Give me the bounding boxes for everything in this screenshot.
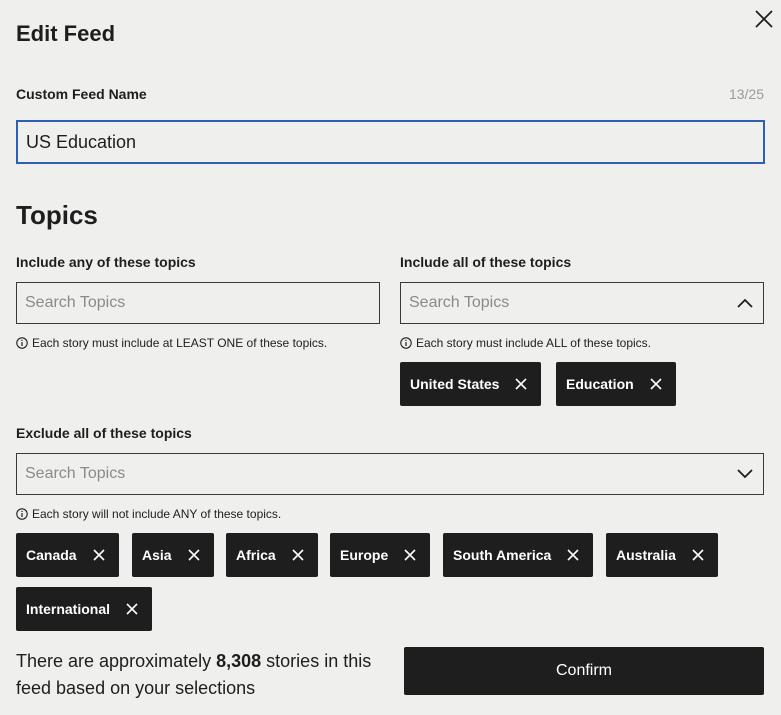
include-all-hint-text: Each story must include ALL of these top… xyxy=(416,336,652,350)
chip-label: Asia xyxy=(142,547,172,563)
chip-international: International xyxy=(16,587,153,631)
exclude-search[interactable] xyxy=(16,453,764,495)
exclude-hint: Each story will not include ANY of these… xyxy=(16,507,281,521)
info-icon xyxy=(16,337,28,349)
include-any-hint: Each story must include at LEAST ONE of … xyxy=(16,336,327,350)
exclude-hint-text: Each story will not include ANY of these… xyxy=(32,507,282,521)
chip-label: South America xyxy=(453,547,552,563)
include-any-hint-text: Each story must include at LEAST ONE of … xyxy=(32,336,328,350)
chip-education: Education xyxy=(556,362,676,406)
include-all-search[interactable] xyxy=(400,282,764,324)
chevron-down-icon[interactable] xyxy=(727,454,763,494)
chip-label: Europe xyxy=(340,547,389,563)
feed-name-input[interactable] xyxy=(16,120,765,164)
exclude-search-input[interactable] xyxy=(17,454,727,494)
chip-label: Education xyxy=(566,376,634,392)
include-any-search[interactable] xyxy=(16,282,380,324)
chip-label: International xyxy=(26,601,111,617)
topics-heading: Topics xyxy=(16,200,98,230)
remove-chip-icon[interactable] xyxy=(400,545,420,565)
confirm-button[interactable]: Confirm xyxy=(404,647,764,695)
chip-europe: Europe xyxy=(330,533,431,577)
include-all-hint: Each story must include ALL of these top… xyxy=(400,336,651,350)
remove-chip-icon[interactable] xyxy=(646,374,666,394)
info-icon xyxy=(400,337,412,349)
close-button[interactable] xyxy=(750,5,778,33)
chip-label: United States xyxy=(410,376,500,392)
chip-africa: Africa xyxy=(226,533,318,577)
include-any-search-input[interactable] xyxy=(17,283,379,323)
summary-prefix: There are approximately xyxy=(16,651,212,671)
chip-australia: Australia xyxy=(606,533,718,577)
dialog-title: Edit Feed xyxy=(16,21,116,46)
chip-asia: Asia xyxy=(132,533,214,577)
remove-chip-icon[interactable] xyxy=(122,599,142,619)
close-icon xyxy=(755,10,773,28)
remove-chip-icon[interactable] xyxy=(184,545,204,565)
include-any-label: Include any of these topics xyxy=(16,254,196,270)
info-icon xyxy=(16,508,28,520)
chip-south-america: South America xyxy=(443,533,594,577)
story-count-summary: There are approximately 8,308 stories in… xyxy=(16,648,386,702)
include-all-search-input[interactable] xyxy=(401,283,727,323)
chevron-up-icon[interactable] xyxy=(727,283,763,323)
remove-chip-icon[interactable] xyxy=(688,545,708,565)
remove-chip-icon[interactable] xyxy=(288,545,308,565)
feed-name-counter: 13/25 xyxy=(728,86,764,102)
chip-canada: Canada xyxy=(16,533,119,577)
chip-label: Canada xyxy=(26,547,77,563)
remove-chip-icon[interactable] xyxy=(89,545,109,565)
exclude-label: Exclude all of these topics xyxy=(16,425,192,441)
remove-chip-icon[interactable] xyxy=(511,374,531,394)
remove-chip-icon[interactable] xyxy=(563,545,583,565)
include-all-label: Include all of these topics xyxy=(400,254,572,270)
story-count: 8,308 xyxy=(216,651,262,671)
chip-label: Africa xyxy=(236,547,276,563)
chip-label: Australia xyxy=(616,547,676,563)
feed-name-label: Custom Feed Name xyxy=(16,86,147,102)
chip-united-states: United States xyxy=(400,362,542,406)
